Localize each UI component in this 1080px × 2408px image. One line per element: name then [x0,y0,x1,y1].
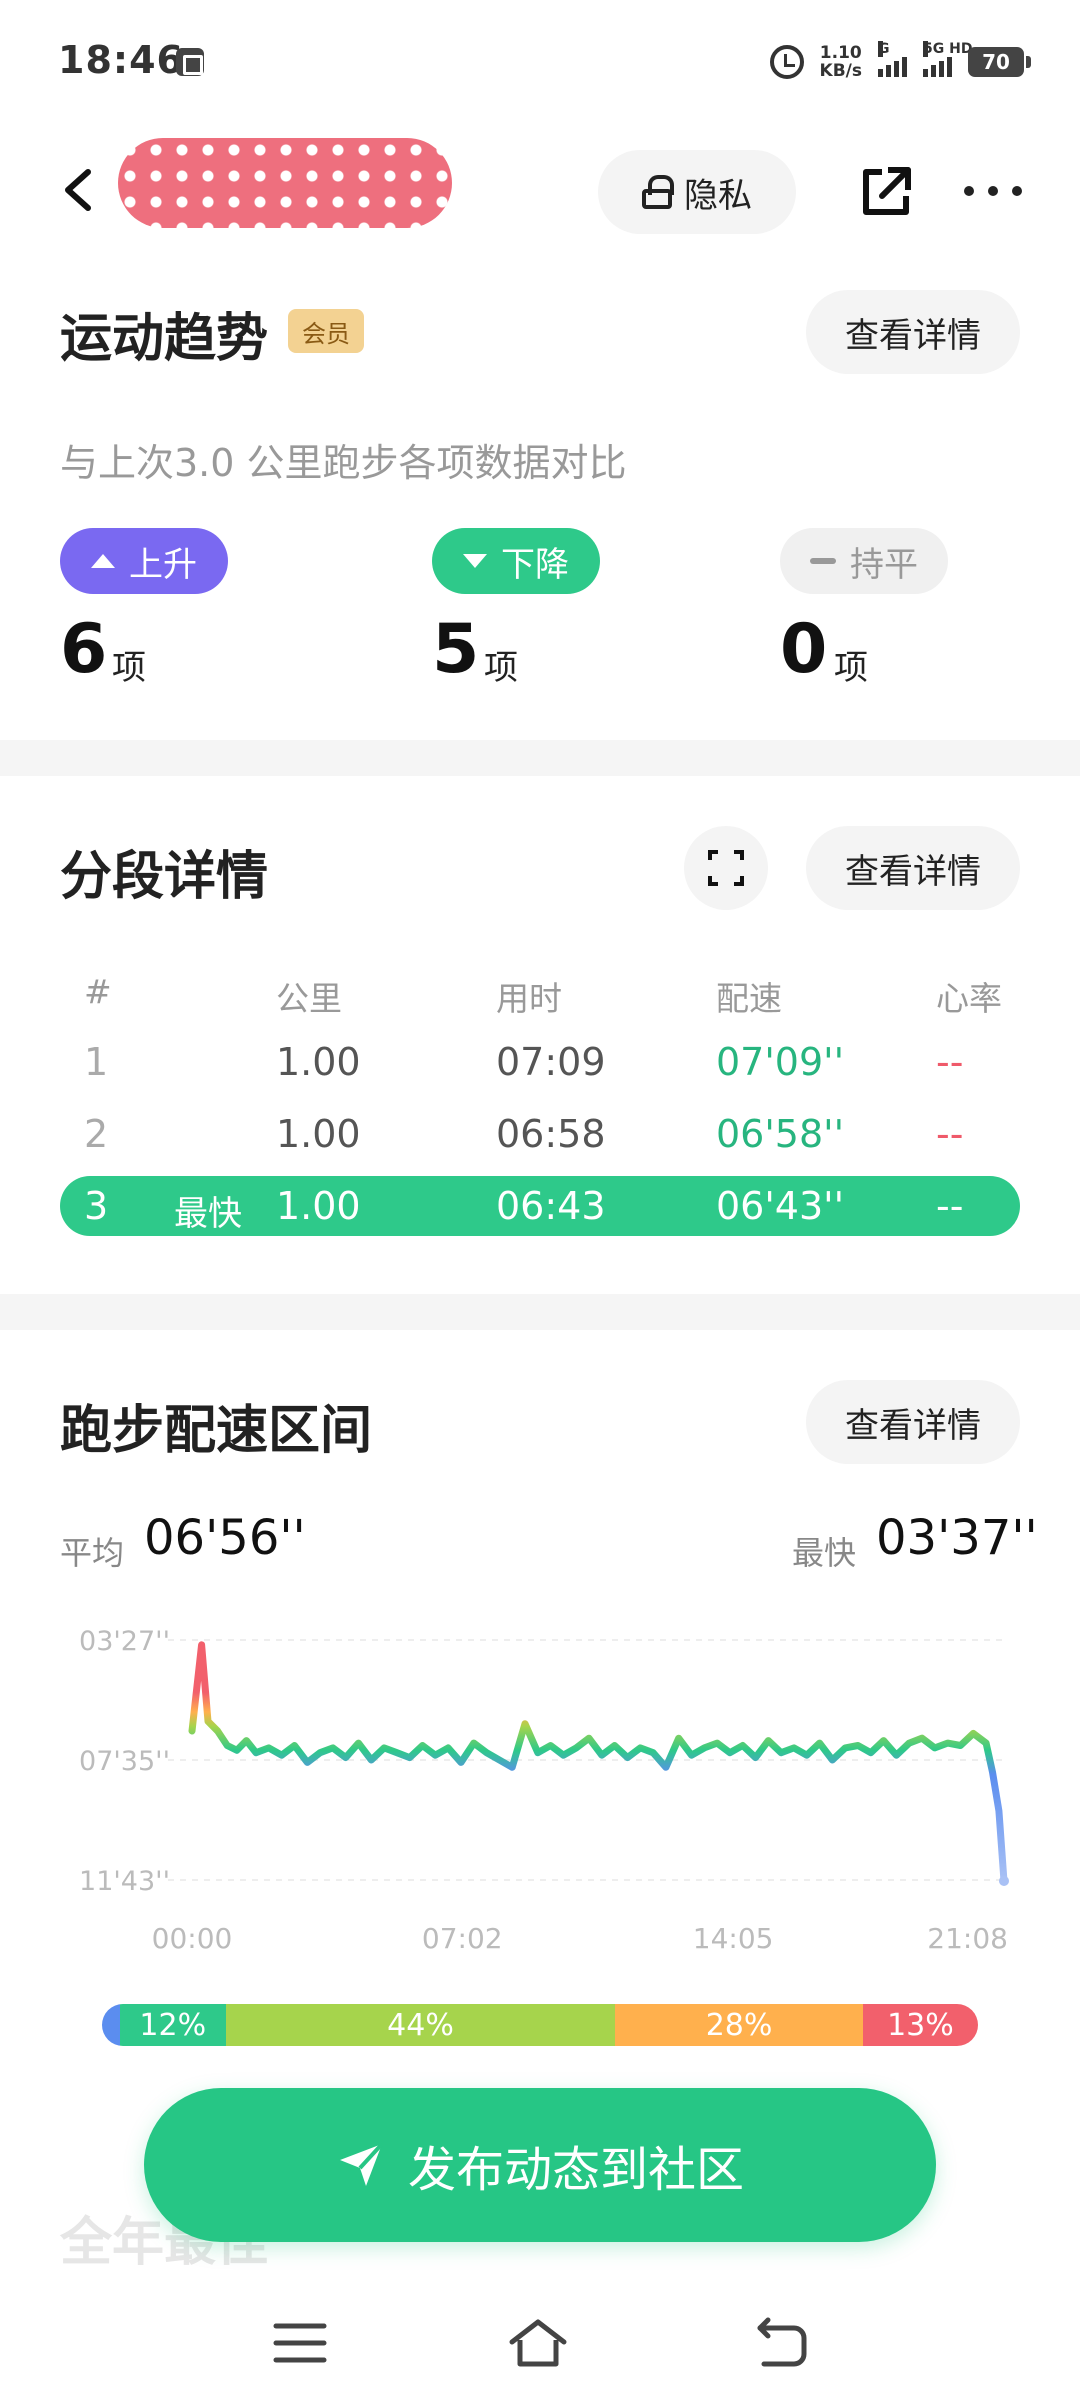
row-time: 06:43 [496,1184,606,1228]
home-icon[interactable] [508,2316,568,2370]
lock-icon [642,175,674,209]
status-time: 18:46 [58,38,184,82]
status-indicators: 1.10 KB/s G 5G HD 70 [769,41,1031,80]
row-index: 3 [84,1184,109,1228]
row-time: 06:58 [496,1112,606,1156]
col-header-index: # [84,972,112,1011]
trend-up-pill: 上升 [60,528,228,594]
battery-icon: 70 [968,47,1031,77]
more-icon[interactable] [964,186,1022,196]
row-pace: 06'58'' [716,1112,845,1156]
x-tick-label: 14:05 [693,1922,774,1955]
trend-detail-button[interactable]: 查看详情 [806,290,1020,374]
network-speed: 1.10 KB/s [820,44,862,80]
section-divider [0,1294,1080,1330]
trend-down-unit: 项 [484,648,518,688]
privacy-label: 隐私 [684,175,752,216]
row-index: 2 [84,1112,109,1156]
pace-zone-segment: 13% [862,2004,978,2046]
notification-app-icon [176,48,204,76]
pace-end-point [999,1875,1009,1886]
x-tick-label: 21:08 [927,1922,1008,1955]
trend-flat-unit: 项 [834,648,868,688]
fast-pace-label: 最快 [792,1534,857,1572]
trend-down-count: 5 [432,610,480,689]
menu-icon[interactable] [270,2316,330,2370]
row-pace: 06'43'' [716,1184,845,1228]
x-tick-label: 00:00 [152,1922,233,1955]
arrow-up-icon [91,554,115,568]
trend-description: 与上次3.0 公里跑步各项数据对比 [60,441,627,485]
pace-zone-segment: 12% [119,2004,226,2046]
send-icon [339,2142,384,2186]
publish-to-community-button[interactable]: 发布动态到社区 [144,2088,936,2242]
avg-pace-value: 06'56'' [144,1510,306,1566]
dash-icon [810,558,836,564]
table-row-fastest: 3 最快 1.00 06:43 06'43'' -- [60,1176,1020,1236]
trend-up-label: 上升 [129,544,197,585]
trend-up-unit: 项 [112,648,146,688]
status-bar: 18:46 1.10 KB/s G 5G HD 70 [0,0,1080,130]
row-hr: -- [936,1184,964,1228]
member-badge: 会员 [288,309,364,353]
trend-flat-label: 持平 [850,544,918,585]
y-tick-label: 03'27'' [79,1626,170,1657]
share-icon[interactable] [858,164,914,220]
trend-title: 运动趋势 [60,309,269,369]
signal-icon-2: 5G HD [923,41,972,77]
back-nav-icon[interactable] [750,2316,810,2370]
pace-zone-detail-button[interactable]: 查看详情 [806,1380,1020,1464]
trend-down-label: 下降 [501,544,569,585]
redacted-username [118,138,452,228]
y-tick-label: 11'43'' [79,1866,170,1897]
col-header-pace: 配速 [716,979,782,1018]
fullscreen-button[interactable] [684,826,768,910]
splits-title: 分段详情 [60,847,269,907]
fullscreen-icon [708,850,744,886]
fastest-tag: 最快 [174,1194,242,1234]
alarm-icon [769,45,804,79]
row-km: 1.00 [276,1184,361,1228]
row-km: 1.00 [276,1112,361,1156]
trend-up-count: 6 [60,610,108,689]
col-header-time: 用时 [496,979,562,1018]
trend-flat-pill: 持平 [780,528,948,594]
signal-icon-1: G [878,41,907,77]
publish-label: 发布动态到社区 [407,2142,744,2198]
privacy-button[interactable]: 隐私 [598,150,796,234]
row-km: 1.00 [276,1040,361,1084]
pace-chart: 03'27'' 07'35'' 11'43'' 00:00 07:02 14:05 21:0… [60,1610,1020,1980]
signal-label-2: 5G HD [923,41,973,57]
x-tick-label: 07:02 [422,1922,503,1955]
row-hr: -- [936,1112,964,1156]
pace-zone-segment [102,2004,120,2046]
trend-flat-count: 0 [780,610,828,689]
pace-zone-title: 跑步配速区间 [60,1401,373,1461]
pace-zone-segment: 44% [225,2004,616,2046]
avg-pace-label: 平均 [60,1534,125,1572]
pace-zone-segment: 28% [615,2004,863,2046]
net-speed-unit: KB/s [819,61,862,81]
col-header-hr: 心率 [936,979,1002,1018]
row-time: 07:09 [496,1040,606,1084]
y-tick-label: 07'35'' [79,1746,170,1777]
pace-zone-bar: 12% 44% 28% 13% [102,2004,978,2046]
pace-chart-svg: 03'27'' 07'35'' 11'43'' 00:00 07:02 14:05 21:0… [79,1626,1009,1955]
row-index: 1 [84,1040,109,1084]
row-pace: 07'09'' [716,1040,845,1084]
col-header-km: 公里 [276,979,342,1018]
section-divider [0,740,1080,776]
row-hr: -- [936,1040,964,1084]
splits-detail-button[interactable]: 查看详情 [806,826,1020,910]
signal-label-1: G [878,41,890,57]
back-icon[interactable] [58,168,102,212]
net-speed-value: 1.10 [819,43,862,63]
trend-down-pill: 下降 [432,528,600,594]
fast-pace-value: 03'37'' [876,1510,1038,1566]
pace-series-line [188,1641,1008,1885]
arrow-down-icon [463,554,487,568]
